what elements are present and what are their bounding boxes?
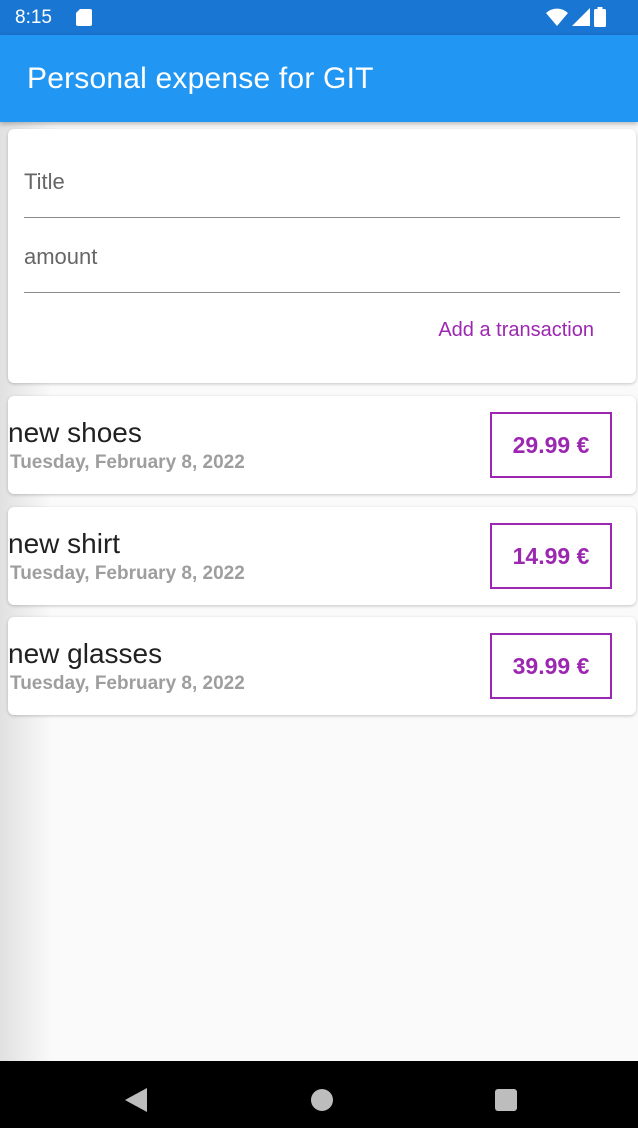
transaction-card[interactable]: new glasses Tuesday, February 8, 2022 39…	[8, 617, 636, 715]
amount-field	[24, 223, 620, 293]
transaction-date: Tuesday, February 8, 2022	[10, 563, 245, 584]
add-transaction-button[interactable]: Add a transaction	[438, 319, 594, 342]
transaction-amount: 29.99 €	[490, 412, 612, 478]
signal-icon	[572, 8, 590, 26]
wifi-icon	[546, 8, 568, 26]
transaction-card[interactable]: new shoes Tuesday, February 8, 2022 29.9…	[8, 396, 636, 494]
amount-input[interactable]	[24, 244, 620, 270]
recents-icon[interactable]	[495, 1089, 517, 1111]
new-transaction-form: Add a transaction	[8, 129, 636, 383]
transaction-amount: 39.99 €	[490, 633, 612, 699]
transaction-title: new shoes	[8, 417, 142, 448]
transaction-date: Tuesday, February 8, 2022	[10, 673, 245, 694]
home-icon[interactable]	[311, 1089, 333, 1111]
title-input[interactable]	[24, 169, 620, 195]
page-title: Personal expense for GIT	[27, 62, 374, 95]
transaction-date: Tuesday, February 8, 2022	[10, 452, 245, 473]
status-bar: 8:15	[0, 0, 638, 35]
back-icon[interactable]	[125, 1088, 147, 1112]
app-bar: Personal expense for GIT	[0, 35, 638, 122]
transaction-card[interactable]: new shirt Tuesday, February 8, 2022 14.9…	[8, 507, 636, 605]
status-time: 8:15	[15, 7, 52, 28]
transaction-title: new shirt	[8, 528, 121, 559]
transaction-amount: 14.99 €	[490, 523, 612, 589]
navigation-bar	[0, 1061, 638, 1128]
status-icons	[546, 7, 606, 27]
battery-icon	[594, 7, 606, 27]
sd-card-icon	[76, 9, 92, 26]
transaction-title: new glasses	[8, 638, 163, 669]
title-field	[24, 148, 620, 218]
